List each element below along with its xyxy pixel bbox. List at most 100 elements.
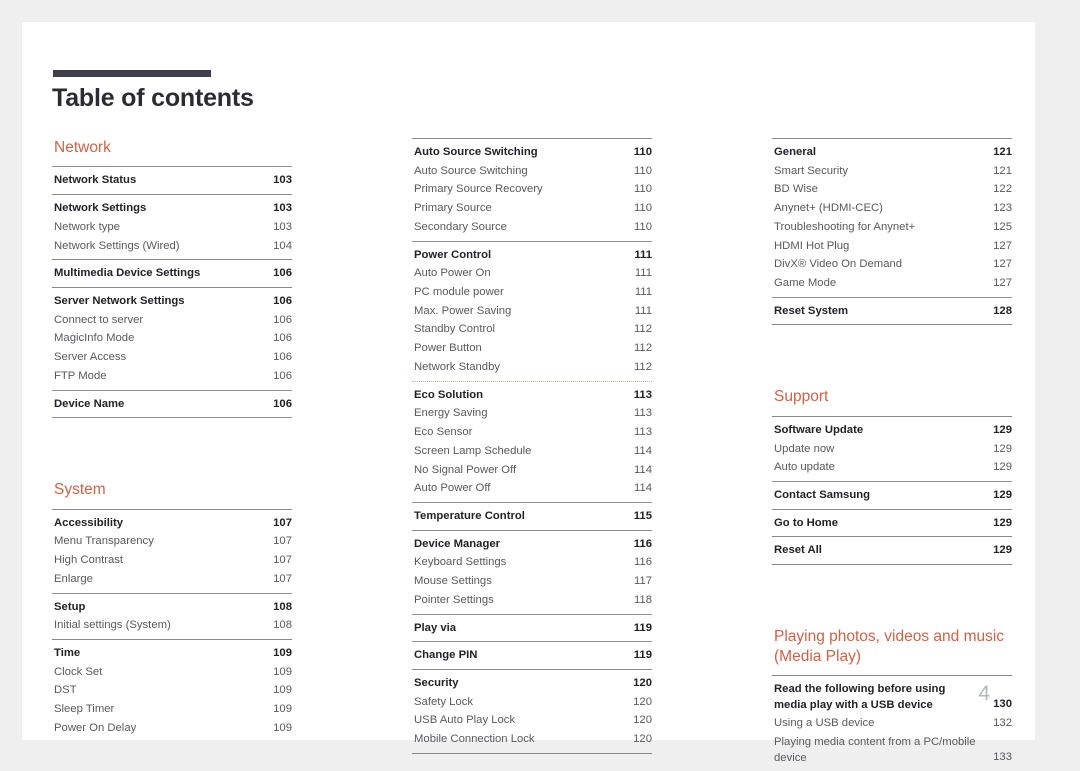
toc-entry[interactable]: Go to Home 129 [772,514,1012,533]
toc-entry[interactable]: Pointer Settings 118 [412,591,652,610]
toc-entry[interactable]: Enlarge 107 [52,570,292,589]
toc-entry[interactable]: Primary Source 110 [412,199,652,218]
toc-entry[interactable]: High Contrast 107 [52,551,292,570]
toc-entry[interactable]: Reset All 129 [772,541,1012,560]
toc-entry[interactable]: Setup 108 [52,598,292,617]
toc-entry-page: 129 [993,442,1012,455]
toc-entry[interactable]: Accessibility 107 [52,514,292,533]
toc-entry[interactable]: Mouse Settings 117 [412,572,652,591]
toc-entry[interactable]: Clock Set 109 [52,663,292,682]
toc-entry-label: PC module power [414,286,504,299]
toc-entry-label: No Signal Power Off [414,463,517,476]
toc-group: Multimedia Device Settings 106 [52,259,292,287]
toc-entry[interactable]: MagicInfo Mode 106 [52,329,292,348]
toc-entry[interactable]: Eco Sensor 113 [412,423,652,442]
toc-entry[interactable]: Eco Solution 113 [412,386,652,405]
toc-entry[interactable]: Connect to server 106 [52,311,292,330]
toc-entry[interactable]: Contact Samsung 129 [772,486,1012,505]
toc-entry[interactable]: Keyboard Settings 116 [412,553,652,572]
toc-entry-page: 127 [993,239,1012,252]
toc-entry[interactable]: HDMI Hot Plug 127 [772,237,1012,256]
toc-entry[interactable]: BD Wise 122 [772,180,1012,199]
toc-entry[interactable]: Multimedia Device Settings 106 [52,264,292,283]
toc-entry[interactable]: DivX® Video On Demand 127 [772,255,1012,274]
toc-entry[interactable]: Auto Source Switching 110 [412,143,652,162]
toc-entry-label: General [774,146,817,158]
toc-entry[interactable]: Secondary Source 110 [412,218,652,237]
toc-entry-page: 108 [273,619,292,632]
toc-entry[interactable]: Security 120 [412,674,652,693]
toc-entry[interactable]: Power Button 112 [412,339,652,358]
toc-entry[interactable]: Primary Source Recovery 110 [412,180,652,199]
toc-entry[interactable]: Auto Power Off 114 [412,479,652,498]
toc-entry-page: 110 [633,220,652,233]
toc-entry[interactable]: Network Settings (Wired) 104 [52,237,292,256]
toc-entry[interactable]: Change PIN 119 [412,646,652,665]
toc-entry-label: Time [54,646,81,659]
toc-entry-page: 106 [273,267,292,280]
toc-entry-label: Pointer Settings [414,593,494,606]
toc-entry[interactable]: General 121 [772,143,1012,162]
toc-entry[interactable]: Network Standby 112 [412,358,652,377]
toc-entry[interactable]: Safety Lock 120 [412,693,652,712]
page-number: 4 [978,682,990,705]
toc-entry[interactable]: Network Status 103 [52,171,292,190]
toc-entry[interactable]: Device Name 106 [52,395,292,414]
toc-entry[interactable]: Power On Delay 109 [52,719,292,738]
toc-entry-page: 114 [633,444,652,457]
toc-entry-label: Eco Solution [414,388,484,401]
toc-entry-label: Initial settings (System) [54,619,171,632]
toc-entry[interactable]: Initial settings (System) 108 [52,616,292,635]
toc-entry[interactable]: PC module power 111 [412,283,652,302]
toc-entry-page: 109 [273,665,292,678]
toc-entry[interactable]: Reset System 128 [772,302,1012,321]
toc-entry-label: Reset All [774,544,822,557]
toc-entry[interactable]: Auto Source Switching 110 [412,162,652,181]
toc-entry-page: 110 [633,164,652,177]
toc-entry-label: Auto Power On [414,267,491,280]
toc-entry[interactable]: Using a USB device 132 [772,714,1012,733]
toc-entry[interactable]: Read the following before using media pl… [772,680,1012,714]
toc-entry[interactable]: Auto update 129 [772,458,1012,477]
toc-entry-label: Clock Set [54,665,103,678]
toc-entry[interactable]: Temperature Control 115 [412,507,652,526]
toc-entry[interactable]: Device Manager 116 [412,535,652,554]
toc-entry[interactable]: Anynet+ (HDMI-CEC) 123 [772,199,1012,218]
toc-entry-page: 110 [633,146,652,158]
toc-entry[interactable]: Play via 119 [412,619,652,638]
toc-entry[interactable]: Standby Control 112 [412,320,652,339]
toc-entry-label: Using a USB device [774,716,875,729]
toc-group: Power Control 111 Auto Power On 111 PC modul… [412,240,652,381]
toc-entry[interactable]: Software Update 129 [772,421,1012,440]
toc-group: Software Update 129 Update now 129 Auto upda… [772,415,1012,481]
toc-entry[interactable]: Network type 103 [52,218,292,237]
toc-entry[interactable]: Max. Power Saving 111 [412,302,652,321]
toc-columns: Network Network Status 103 Network Settings… [52,138,1012,771]
toc-entry[interactable]: Troubleshooting for Anynet+ 125 [772,218,1012,237]
toc-entry[interactable]: Power Control 111 [412,246,652,265]
toc-entry[interactable]: USB Auto Play Lock 120 [412,711,652,730]
page-title: Table of contents [52,84,254,112]
toc-entry-page: 130 [993,698,1012,711]
toc-entry[interactable]: Auto Power On 111 [412,264,652,283]
toc-entry[interactable]: Playing media content from a PC/mobile d… [772,733,1012,767]
toc-entry-label: Auto Power Off [414,482,491,495]
toc-entry[interactable]: Server Network Settings 106 [52,292,292,311]
toc-entry[interactable]: Network Settings 103 [52,199,292,218]
toc-entry-page: 117 [633,575,652,588]
toc-entry[interactable]: Sleep Timer 109 [52,700,292,719]
toc-entry[interactable]: Update now 129 [772,440,1012,459]
toc-entry[interactable]: Menu Transparency 107 [52,532,292,551]
toc-entry-label: Mouse Settings [414,575,492,588]
toc-entry[interactable]: Game Mode 127 [772,274,1012,293]
toc-entry[interactable]: Smart Security 121 [772,162,1012,181]
toc-entry[interactable]: Energy Saving 113 [412,404,652,423]
toc-entry[interactable]: Server Access 106 [52,348,292,367]
toc-entry[interactable]: DST 109 [52,681,292,700]
toc-entry[interactable]: Screen Lamp Schedule 114 [412,442,652,461]
toc-entry[interactable]: No Signal Power Off 114 [412,461,652,480]
toc-entry[interactable]: FTP Mode 106 [52,367,292,386]
toc-entry-label: Device Manager [414,537,501,550]
toc-entry[interactable]: Time 109 [52,644,292,663]
toc-entry[interactable]: Mobile Connection Lock 120 [412,730,652,749]
